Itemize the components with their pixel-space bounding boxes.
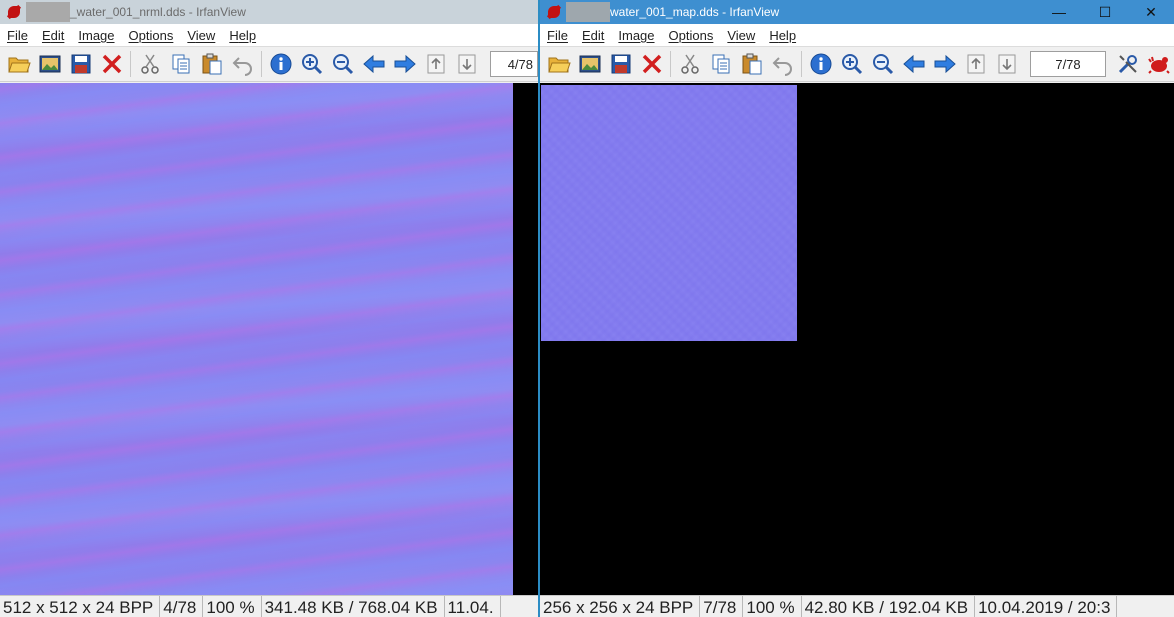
menu-view[interactable]: View xyxy=(720,28,762,43)
minimize-button[interactable]: — xyxy=(1036,0,1082,24)
thumbnails-icon[interactable] xyxy=(574,49,605,79)
irfanview-app-icon[interactable] xyxy=(6,4,22,20)
normal-map-image xyxy=(541,85,797,341)
thumbnails-icon[interactable] xyxy=(34,49,65,79)
toolbar: 4/78 xyxy=(0,46,538,82)
window-controls: — ☐ ✕ xyxy=(1036,0,1174,24)
menu-bar: File Edit Image Options View Help xyxy=(540,24,1174,46)
irfanview-window-right: water_001_map.dds - IrfanView — ☐ ✕ File… xyxy=(538,0,1174,617)
cut-icon[interactable] xyxy=(674,49,705,79)
status-dimensions: 512 x 512 x 24 BPP xyxy=(0,596,161,617)
status-dimensions: 256 x 256 x 24 BPP xyxy=(540,596,701,617)
last-page-icon[interactable] xyxy=(991,49,1022,79)
menu-view[interactable]: View xyxy=(180,28,222,43)
undo-icon[interactable] xyxy=(227,49,258,79)
menu-image[interactable]: Image xyxy=(611,28,661,43)
menu-help[interactable]: Help xyxy=(222,28,263,43)
normal-map-image xyxy=(0,83,513,595)
window-title: water_001_map.dds - IrfanView xyxy=(610,5,780,19)
menu-bar: File Edit Image Options View Help xyxy=(0,24,538,46)
next-icon[interactable] xyxy=(389,49,420,79)
paste-icon[interactable] xyxy=(736,49,767,79)
maximize-button[interactable]: ☐ xyxy=(1082,0,1128,24)
redacted-filename-prefix xyxy=(566,2,610,22)
undo-icon[interactable] xyxy=(767,49,798,79)
image-viewport[interactable] xyxy=(540,83,1174,595)
status-date: 10.04.2019 / 20:3 xyxy=(975,596,1118,617)
page-counter-field[interactable]: 7/78 xyxy=(1030,51,1106,77)
toolbar-separator xyxy=(261,51,262,77)
status-bar: 256 x 256 x 24 BPP 7/78 100 % 42.80 KB /… xyxy=(540,595,1174,617)
toolbar-separator xyxy=(130,51,131,77)
status-size: 341.48 KB / 768.04 KB xyxy=(262,596,445,617)
settings-icon[interactable] xyxy=(1112,49,1143,79)
status-date: 11.04. xyxy=(445,596,501,617)
title-bar[interactable]: _water_001_nrml.dds - IrfanView xyxy=(0,0,538,24)
status-bar: 512 x 512 x 24 BPP 4/78 100 % 341.48 KB … xyxy=(0,595,538,617)
zoom-out-icon[interactable] xyxy=(867,49,898,79)
menu-edit[interactable]: Edit xyxy=(575,28,611,43)
status-index: 4/78 xyxy=(160,596,204,617)
info-icon[interactable] xyxy=(805,49,836,79)
delete-icon[interactable] xyxy=(96,49,127,79)
status-size: 42.80 KB / 192.04 KB xyxy=(802,596,976,617)
menu-image[interactable]: Image xyxy=(71,28,121,43)
last-page-icon[interactable] xyxy=(451,49,482,79)
zoom-in-icon[interactable] xyxy=(836,49,867,79)
window-title: _water_001_nrml.dds - IrfanView xyxy=(70,5,246,19)
status-zoom: 100 % xyxy=(203,596,262,617)
image-viewport[interactable] xyxy=(0,83,538,595)
irfanview-logo-icon[interactable] xyxy=(1143,49,1174,79)
menu-edit[interactable]: Edit xyxy=(35,28,71,43)
toolbar: 7/78 xyxy=(540,46,1174,82)
copy-icon[interactable] xyxy=(165,49,196,79)
previous-icon[interactable] xyxy=(898,49,929,79)
status-zoom: 100 % xyxy=(743,596,802,617)
close-button[interactable]: ✕ xyxy=(1128,0,1174,24)
toolbar-separator xyxy=(670,51,671,77)
title-bar[interactable]: water_001_map.dds - IrfanView — ☐ ✕ xyxy=(540,0,1174,24)
redacted-filename-prefix xyxy=(26,2,70,22)
menu-help[interactable]: Help xyxy=(762,28,803,43)
page-counter-field[interactable]: 4/78 xyxy=(490,51,538,77)
cut-icon[interactable] xyxy=(134,49,165,79)
menu-file[interactable]: File xyxy=(540,28,575,43)
status-index: 7/78 xyxy=(700,596,744,617)
info-icon[interactable] xyxy=(265,49,296,79)
next-icon[interactable] xyxy=(929,49,960,79)
copy-icon[interactable] xyxy=(705,49,736,79)
menu-options[interactable]: Options xyxy=(662,28,721,43)
paste-icon[interactable] xyxy=(196,49,227,79)
toolbar-separator xyxy=(801,51,802,77)
delete-icon[interactable] xyxy=(636,49,667,79)
menu-file[interactable]: File xyxy=(0,28,35,43)
zoom-in-icon[interactable] xyxy=(296,49,327,79)
save-icon[interactable] xyxy=(65,49,96,79)
open-folder-icon[interactable] xyxy=(3,49,34,79)
previous-icon[interactable] xyxy=(358,49,389,79)
zoom-out-icon[interactable] xyxy=(327,49,358,79)
irfanview-window-left: _water_001_nrml.dds - IrfanView File Edi… xyxy=(0,0,538,617)
menu-options[interactable]: Options xyxy=(122,28,181,43)
first-page-icon[interactable] xyxy=(960,49,991,79)
irfanview-app-icon[interactable] xyxy=(546,4,562,20)
save-icon[interactable] xyxy=(605,49,636,79)
open-folder-icon[interactable] xyxy=(543,49,574,79)
first-page-icon[interactable] xyxy=(420,49,451,79)
